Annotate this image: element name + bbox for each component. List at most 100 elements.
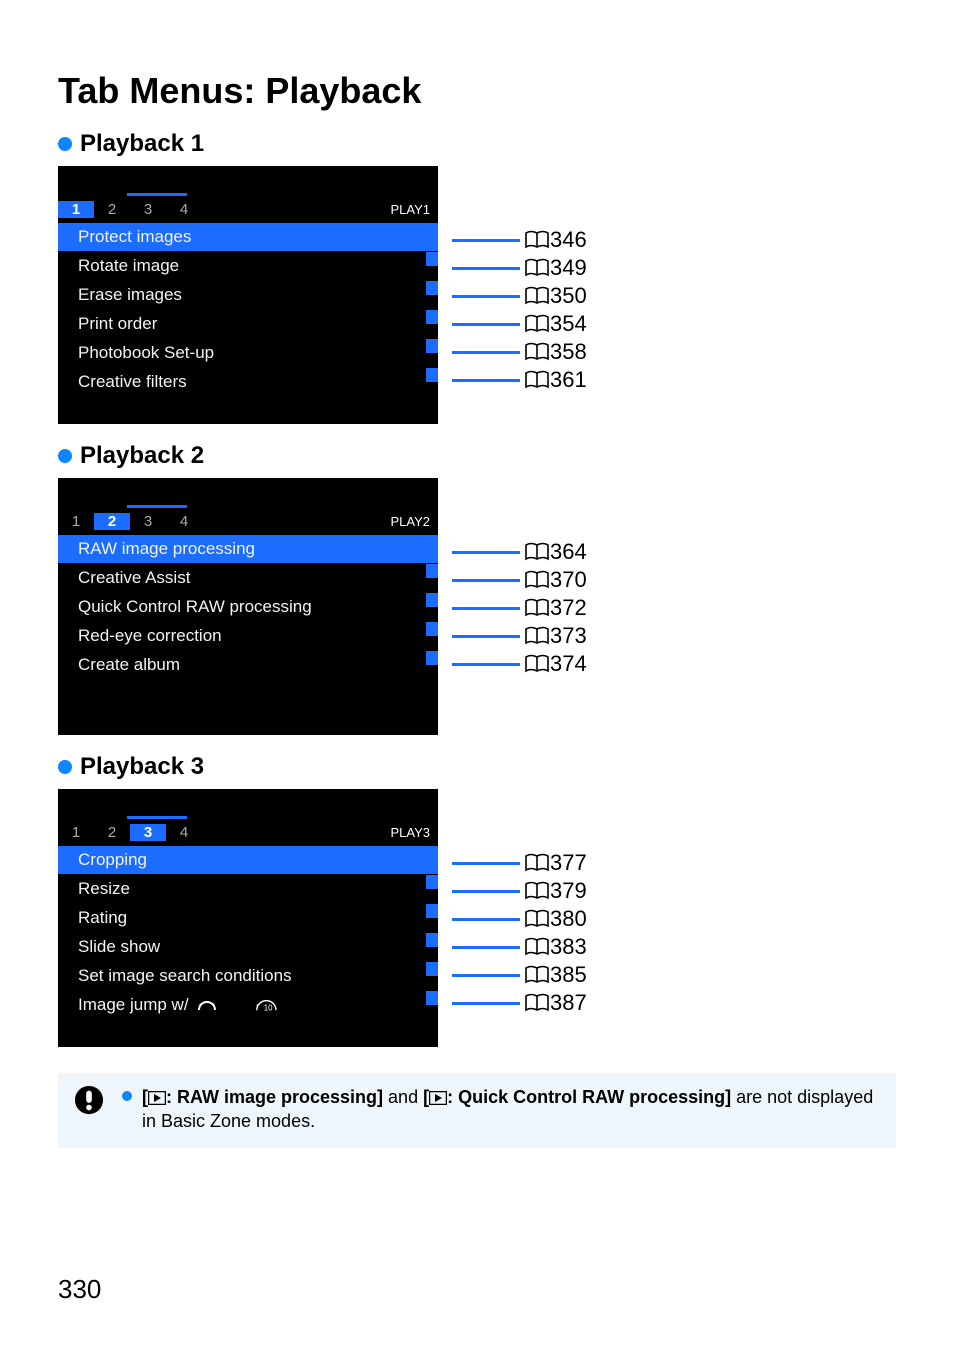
top-tab-bar (58, 789, 438, 819)
camera-tab-icon[interactable] (66, 789, 127, 819)
book-icon (524, 626, 550, 646)
setup-tab-icon[interactable] (248, 789, 309, 819)
bullet-icon (58, 760, 72, 774)
playback-tab-icon[interactable] (127, 789, 188, 819)
wireless-tab-icon[interactable] (187, 478, 248, 508)
book-icon (524, 598, 550, 618)
menu-item[interactable]: Resize (58, 874, 438, 903)
book-icon (524, 258, 550, 278)
mymenu-tab-icon[interactable] (369, 166, 430, 196)
wireless-tab-icon[interactable] (187, 166, 248, 196)
wireless-tab-icon[interactable] (187, 789, 248, 819)
custom-tab-icon[interactable] (309, 166, 370, 196)
book-icon (524, 853, 550, 873)
bullet-icon (58, 449, 72, 463)
menu-item[interactable]: Rating (58, 903, 438, 932)
menu-item[interactable]: Image jump w/10 (58, 990, 438, 1019)
jump10-icon: 10 (255, 998, 278, 1012)
sub-tab-bar: 1234 PLAY3 (58, 819, 438, 845)
menu-item[interactable]: Quick Control RAW processing (58, 592, 438, 621)
sub-tab-tag: PLAY1 (390, 202, 438, 217)
menu-item[interactable]: Red-eye correction (58, 621, 438, 650)
page-ref: 379 (550, 878, 587, 904)
menu-item[interactable]: Cropping (58, 845, 438, 874)
page-ref: 380 (550, 906, 587, 932)
custom-tab-icon[interactable] (309, 478, 370, 508)
sub-tab-3[interactable]: 3 (130, 201, 166, 218)
note-box: [: RAW image processing] and [: Quick Co… (58, 1073, 896, 1148)
sub-tab-bar: 1234 PLAY2 (58, 508, 438, 534)
menu-item[interactable]: Creative Assist (58, 563, 438, 592)
book-icon (524, 230, 550, 250)
sub-tab-4[interactable]: 4 (166, 201, 202, 218)
bullet-icon (122, 1091, 132, 1101)
menu-screenshot: 1234 PLAY1 Protect imagesRotate imageErase… (58, 166, 438, 424)
playback-tab-icon[interactable] (127, 166, 188, 196)
mymenu-tab-icon[interactable] (369, 789, 430, 819)
sub-tab-4[interactable]: 4 (166, 513, 202, 530)
book-icon (524, 654, 550, 674)
sub-tab-2[interactable]: 2 (94, 201, 130, 218)
page-ref: 358 (550, 339, 587, 365)
page-refs: 364370372373374 (452, 538, 587, 678)
menu-item[interactable]: Protect images (58, 222, 438, 251)
page-ref: 361 (550, 367, 587, 393)
book-icon (524, 937, 550, 957)
book-icon (524, 286, 550, 306)
page-ref: 374 (550, 651, 587, 677)
sub-tab-tag: PLAY3 (390, 825, 438, 840)
warning-icon (74, 1085, 104, 1134)
page-ref: 383 (550, 934, 587, 960)
menu-item[interactable]: RAW image processing (58, 534, 438, 563)
svg-text:10: 10 (263, 1003, 272, 1012)
page-ref: 350 (550, 283, 587, 309)
play-tab-icon (148, 1091, 166, 1105)
sub-tab-3[interactable]: 3 (130, 513, 166, 530)
page-refs: 377379380383385387 (452, 849, 587, 1017)
sub-tab-3[interactable]: 3 (130, 824, 166, 841)
menu-item[interactable]: Erase images (58, 280, 438, 309)
menu-screenshot: 1234 PLAY3 CroppingResizeRatingSlide showS… (58, 789, 438, 1047)
menu-item[interactable]: Photobook Set-up (58, 338, 438, 367)
note-text: [: RAW image processing] and [: Quick Co… (142, 1085, 880, 1134)
mymenu-tab-icon[interactable] (369, 478, 430, 508)
page-ref: 377 (550, 850, 587, 876)
sub-tab-1[interactable]: 1 (58, 824, 94, 841)
page-ref: 370 (550, 567, 587, 593)
menu-item[interactable]: Create album (58, 650, 438, 679)
setup-tab-icon[interactable] (248, 166, 309, 196)
sub-tab-2[interactable]: 2 (94, 513, 130, 530)
book-icon (524, 314, 550, 334)
book-icon (524, 542, 550, 562)
setup-tab-icon[interactable] (248, 478, 309, 508)
top-tab-bar (58, 478, 438, 508)
book-icon (524, 370, 550, 390)
menu-item[interactable]: Print order (58, 309, 438, 338)
page-ref: 385 (550, 962, 587, 988)
playback-tab-icon[interactable] (127, 478, 188, 508)
top-tab-bar (58, 166, 438, 196)
page-ref: 364 (550, 539, 587, 565)
book-icon (524, 993, 550, 1013)
sub-tab-4[interactable]: 4 (166, 824, 202, 841)
book-icon (524, 965, 550, 985)
menu-item[interactable]: Creative filters (58, 367, 438, 396)
book-icon (524, 881, 550, 901)
menu-item[interactable]: Rotate image (58, 251, 438, 280)
page-ref: 346 (550, 227, 587, 253)
page-ref: 354 (550, 311, 587, 337)
custom-tab-icon[interactable] (309, 789, 370, 819)
menu-item[interactable]: Set image search conditions (58, 961, 438, 990)
page-refs: 346349350354358361 (452, 226, 587, 394)
menu-item[interactable]: Slide show (58, 932, 438, 961)
sub-tab-1[interactable]: 1 (58, 513, 94, 530)
page-ref: 373 (550, 623, 587, 649)
section-heading: Playback 2 (80, 442, 204, 470)
sub-tab-tag: PLAY2 (390, 514, 438, 529)
camera-tab-icon[interactable] (66, 478, 127, 508)
camera-tab-icon[interactable] (66, 166, 127, 196)
page-number: 330 (58, 1274, 101, 1305)
sub-tab-1[interactable]: 1 (58, 201, 94, 218)
section-heading: Playback 1 (80, 130, 204, 158)
sub-tab-2[interactable]: 2 (94, 824, 130, 841)
